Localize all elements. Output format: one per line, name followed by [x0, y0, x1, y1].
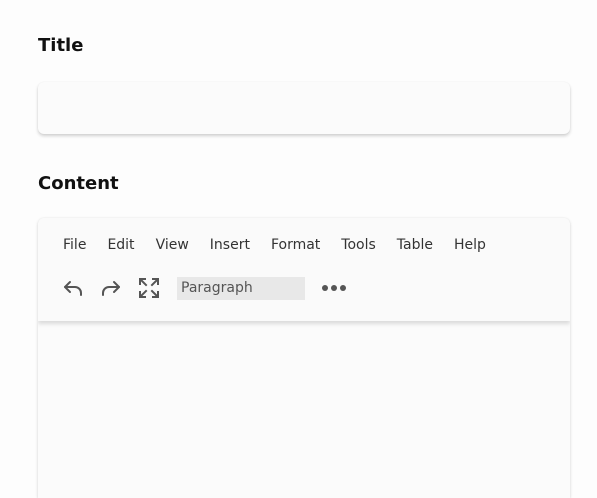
- editor-toolbar: Paragraph: [58, 274, 349, 302]
- more-button[interactable]: [319, 274, 349, 302]
- undo-button[interactable]: [58, 274, 88, 302]
- menu-help[interactable]: Help: [454, 237, 486, 253]
- menu-insert[interactable]: Insert: [210, 237, 250, 253]
- menu-edit[interactable]: Edit: [107, 237, 134, 253]
- title-label: Title: [38, 35, 84, 56]
- menu-file[interactable]: File: [63, 237, 86, 253]
- menu-view[interactable]: View: [156, 237, 189, 253]
- block-format-select[interactable]: Paragraph: [177, 276, 305, 300]
- rich-text-editor: File Edit View Insert Format Tools Table…: [38, 218, 570, 498]
- fullscreen-button[interactable]: [134, 274, 164, 302]
- editor-menubar: File Edit View Insert Format Tools Table…: [63, 237, 507, 253]
- editor-header: File Edit View Insert Format Tools Table…: [38, 218, 570, 321]
- redo-icon: [102, 281, 120, 296]
- undo-icon: [64, 281, 82, 296]
- title-input[interactable]: [38, 82, 570, 134]
- menu-tools[interactable]: Tools: [341, 237, 376, 253]
- menu-format[interactable]: Format: [271, 237, 320, 253]
- more-icon: [322, 285, 346, 291]
- menu-table[interactable]: Table: [397, 237, 433, 253]
- editor-content-area[interactable]: [38, 321, 570, 498]
- content-label: Content: [38, 173, 119, 194]
- redo-button[interactable]: [96, 274, 126, 302]
- fullscreen-icon: [139, 278, 159, 298]
